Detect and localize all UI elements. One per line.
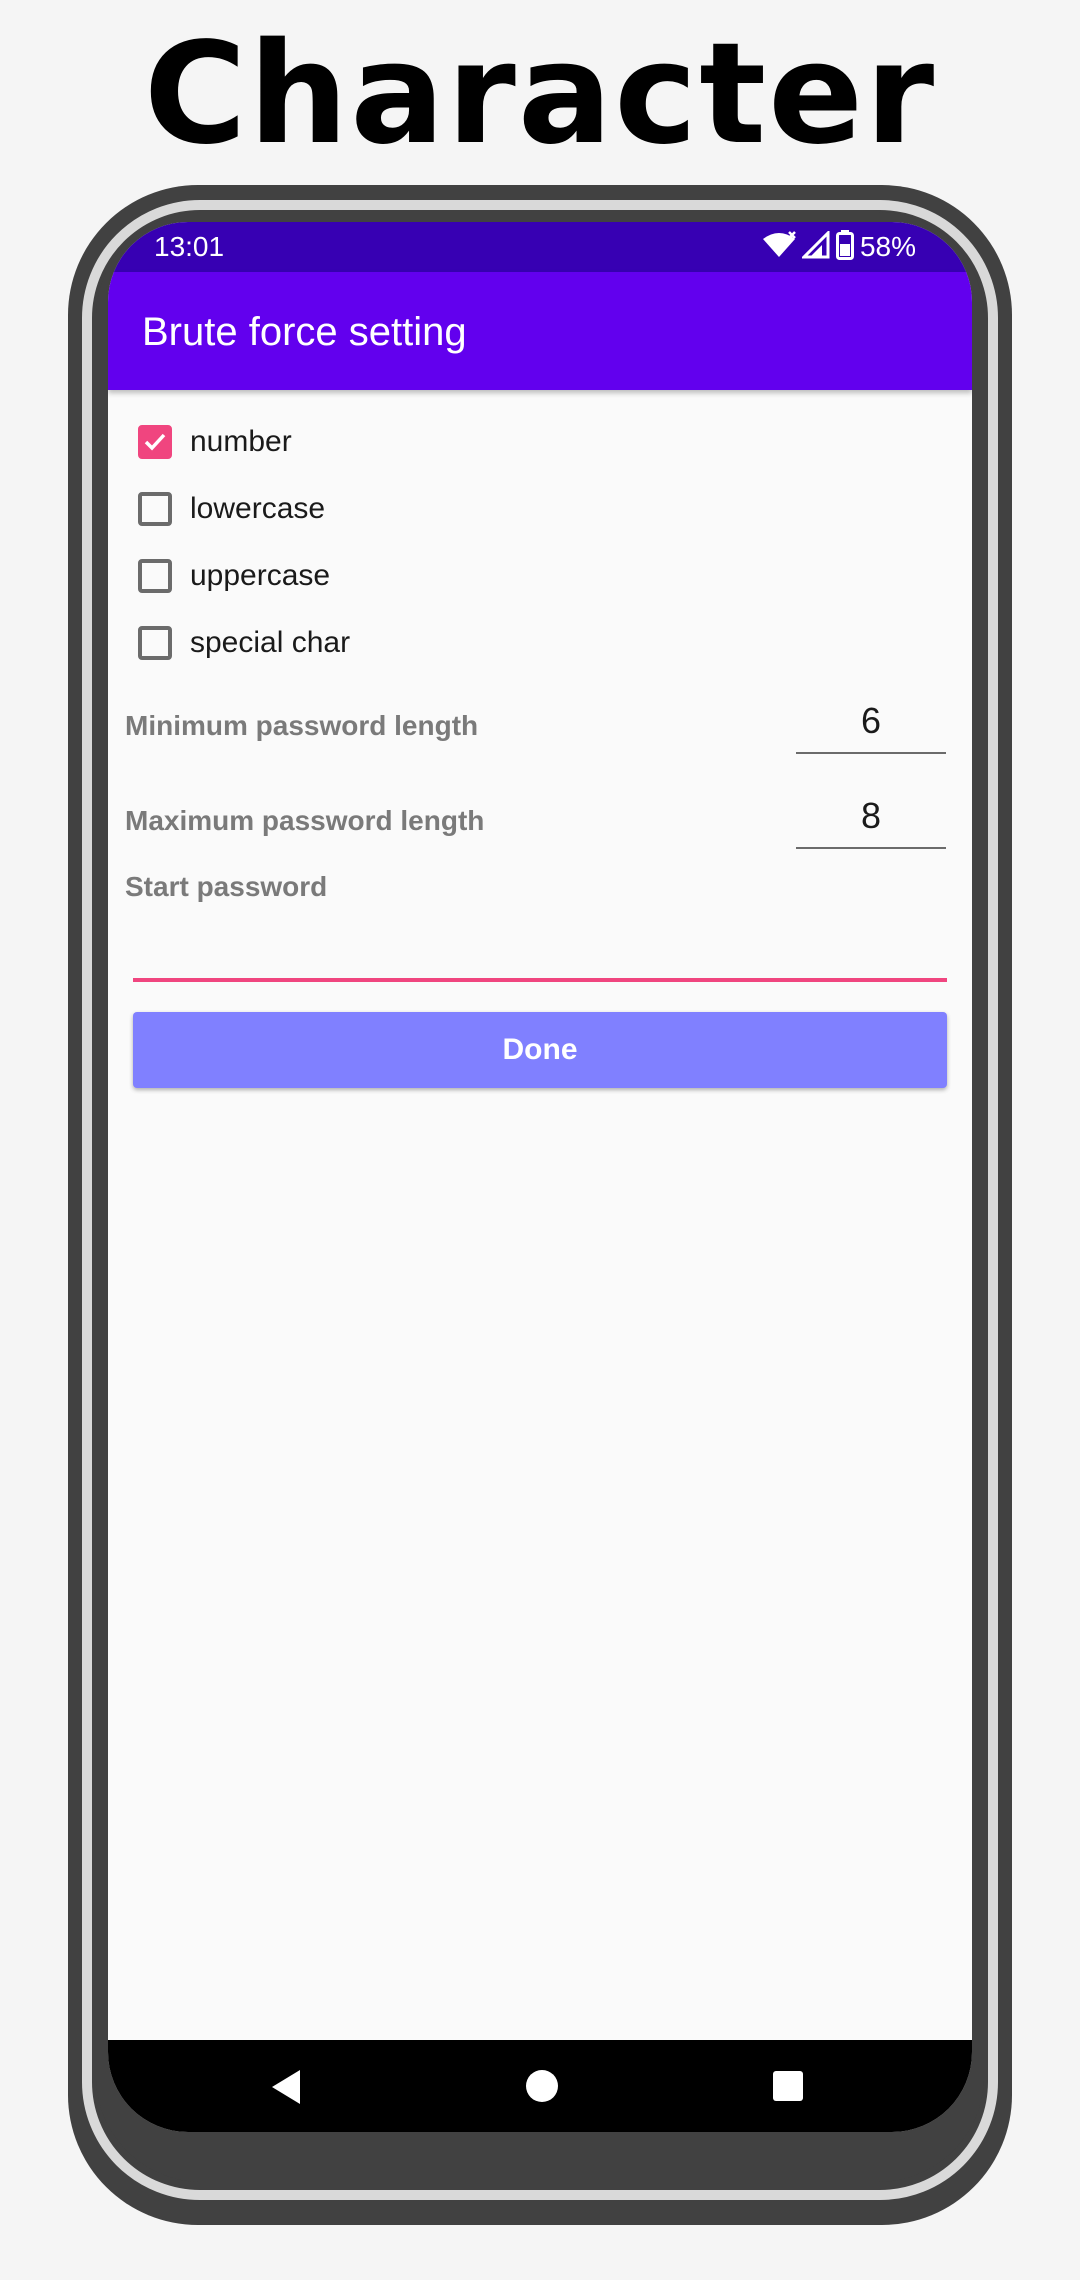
headline: Character set <box>143 13 937 320</box>
checkbox-unchecked-icon[interactable] <box>138 626 172 660</box>
status-icons: 58% <box>762 228 916 266</box>
app-bar: Brute force setting <box>108 272 972 390</box>
phone-screen: 13:01 58% Brute force setting number low… <box>108 222 972 2132</box>
checkbox-checked-icon[interactable] <box>138 425 172 459</box>
checkbox-label: number <box>190 425 292 458</box>
app-bar-title: Brute force setting <box>142 310 467 354</box>
navigation-bar <box>108 2040 972 2132</box>
start-password-input[interactable] <box>133 922 947 982</box>
checkbox-label: lowercase <box>190 492 326 525</box>
signal-icon <box>800 228 830 264</box>
checkbox-special-char[interactable]: special char <box>138 618 350 668</box>
battery-icon <box>835 229 854 265</box>
min-length-input[interactable]: 6 <box>796 692 946 754</box>
checkbox-unchecked-icon[interactable] <box>138 559 172 593</box>
status-bar: 13:01 58% <box>108 222 972 272</box>
checkbox-number[interactable]: number <box>138 417 292 467</box>
max-length-input[interactable]: 8 <box>796 787 946 849</box>
checkbox-uppercase[interactable]: uppercase <box>138 551 330 601</box>
done-button[interactable]: Done <box>133 1012 947 1088</box>
home-icon[interactable] <box>526 2070 558 2102</box>
start-password-label: Start password <box>125 871 328 902</box>
status-time: 13:01 <box>154 231 225 262</box>
checkbox-label: special char <box>190 626 351 659</box>
recents-icon[interactable] <box>773 2071 803 2101</box>
wifi-icon <box>762 230 796 264</box>
min-length-label: Minimum password length <box>125 710 479 741</box>
checkbox-label: uppercase <box>190 559 331 592</box>
battery-percent: 58% <box>859 231 916 262</box>
max-length-label: Maximum password length <box>125 805 485 836</box>
checkbox-unchecked-icon[interactable] <box>138 492 172 526</box>
checkbox-lowercase[interactable]: lowercase <box>138 484 325 534</box>
back-icon[interactable] <box>272 2070 300 2104</box>
